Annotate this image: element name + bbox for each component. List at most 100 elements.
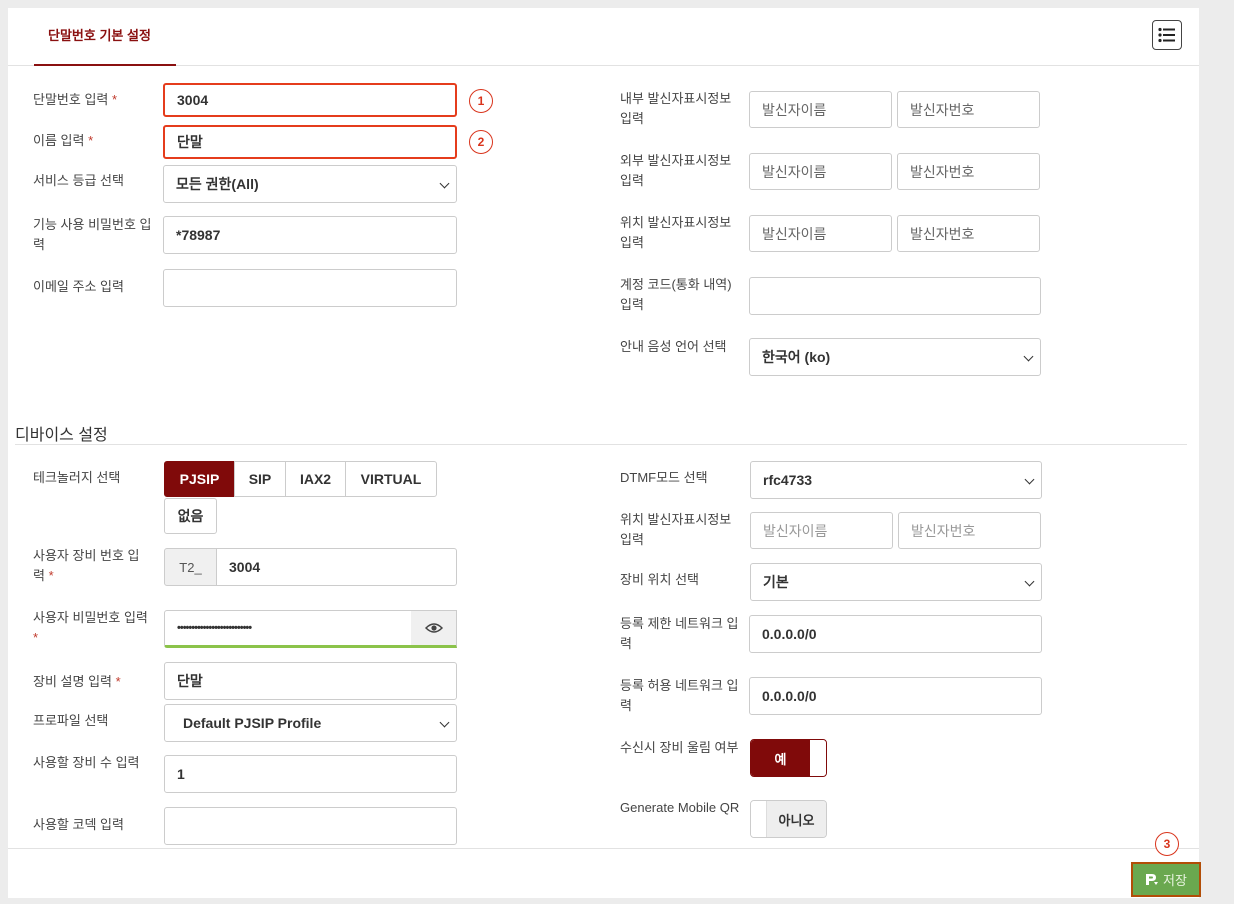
list-icon xyxy=(1158,27,1175,43)
required-mark: * xyxy=(88,133,94,148)
placeholder-text: 발신자이름 xyxy=(762,101,827,118)
device-location-value: 기본 xyxy=(763,574,789,590)
tab-basic-settings[interactable]: 단말번호 기본 설정 xyxy=(34,8,176,66)
permit-network-label: 등록 허용 네트워크 입력 xyxy=(620,678,739,713)
name-label: 이름 입력 * xyxy=(33,131,153,151)
technology-label: 테크놀러지 선택 xyxy=(33,470,121,485)
device-count-input[interactable]: 1 xyxy=(164,755,457,793)
password-masked-value: •••••••••••••••••••••••••• xyxy=(177,622,252,634)
ring-device-toggle[interactable]: 예 xyxy=(750,739,827,777)
external-callerid-label: 외부 발신자표시정보 입력 xyxy=(620,153,732,188)
section-divider xyxy=(15,444,1187,445)
device-section-title: 디바이스 설정 xyxy=(15,427,108,444)
feature-password-input[interactable]: *78987 xyxy=(163,216,457,254)
device-location-callerid-number-input[interactable]: 발신자번호 xyxy=(898,512,1041,549)
description-input[interactable]: 단말 xyxy=(164,662,457,700)
placeholder-text: 발신자번호 xyxy=(910,225,975,242)
required-mark: * xyxy=(33,630,39,645)
tech-option-pjsip[interactable]: PJSIP xyxy=(164,461,235,497)
account-code-label: 계정 코드(통화 내역) 입력 xyxy=(620,277,732,312)
description-label: 장비 설명 입력 * xyxy=(33,672,163,692)
profile-value: Default PJSIP Profile xyxy=(183,715,322,731)
deny-network-input[interactable]: 0.0.0.0/0 xyxy=(749,615,1042,653)
mobile-qr-label: Generate Mobile QR xyxy=(620,800,740,815)
annotation-marker-1: 1 xyxy=(469,89,493,113)
required-mark: * xyxy=(112,92,118,107)
profile-select[interactable]: Default PJSIP Profile xyxy=(164,704,457,742)
required-mark: * xyxy=(48,568,54,583)
device-location-select[interactable]: 기본 xyxy=(750,563,1042,601)
placeholder-text: 발신자이름 xyxy=(763,522,828,539)
tech-option-iax2[interactable]: IAX2 xyxy=(285,461,346,497)
permit-network-value: 0.0.0.0/0 xyxy=(762,688,817,704)
placeholder-text: 발신자이름 xyxy=(762,225,827,242)
eye-icon xyxy=(424,623,443,633)
extension-value: 3004 xyxy=(177,92,209,108)
placeholder-text: 발신자번호 xyxy=(910,163,975,180)
service-level-value: 모든 권한(All) xyxy=(176,176,259,192)
internal-callerid-number-input[interactable]: 발신자번호 xyxy=(897,91,1040,128)
extension-input[interactable]: 3004 xyxy=(163,83,457,117)
device-id-prefix: T2_ xyxy=(164,548,217,586)
internal-callerid-name-input[interactable]: 발신자이름 xyxy=(749,91,892,128)
internal-callerid-label: 내부 발신자표시정보 입력 xyxy=(620,91,732,126)
annotation-marker-3: 3 xyxy=(1155,832,1179,856)
deny-network-label: 등록 제한 네트워크 입력 xyxy=(620,616,739,651)
permit-network-input[interactable]: 0.0.0.0/0 xyxy=(749,677,1042,715)
description-label-text: 장비 설명 입력 xyxy=(33,674,112,689)
device-id-value: 3004 xyxy=(229,559,261,575)
tech-option-sip[interactable]: SIP xyxy=(234,461,286,497)
footer-divider xyxy=(8,848,1199,849)
tech-option-none[interactable]: 없음 xyxy=(164,498,217,534)
user-password-label-text: 사용자 비밀번호 입력 xyxy=(33,610,148,625)
email-input[interactable] xyxy=(163,269,457,307)
name-input[interactable]: 단말 xyxy=(163,125,457,159)
toggle-knob xyxy=(810,740,826,776)
device-location-callerid-label: 위치 발신자표시정보 입력 xyxy=(620,512,732,547)
user-password-label: 사용자 비밀번호 입력 * xyxy=(33,608,151,648)
save-button[interactable]: 저장 xyxy=(1131,862,1201,897)
device-count-value: 1 xyxy=(177,766,185,782)
placeholder-text: 발신자이름 xyxy=(762,163,827,180)
extension-label-text: 단말번호 입력 xyxy=(33,92,109,107)
toggle-password-visibility-button[interactable] xyxy=(411,610,457,648)
annotation-marker-2: 2 xyxy=(469,130,493,154)
language-select[interactable]: 한국어 (ko) xyxy=(749,338,1041,376)
location-callerid-name-input[interactable]: 발신자이름 xyxy=(749,215,892,252)
dtmf-label: DTMF모드 선택 xyxy=(620,470,708,485)
device-id-label: 사용자 장비 번호 입력 * xyxy=(33,546,145,586)
device-id-input[interactable]: 3004 xyxy=(216,548,457,586)
menu-button[interactable] xyxy=(1152,20,1182,50)
extension-label: 단말번호 입력 * xyxy=(33,90,153,110)
codec-input[interactable] xyxy=(164,807,457,845)
save-icon xyxy=(1146,874,1159,885)
toggle-on-label: 예 xyxy=(751,740,810,776)
user-password-input[interactable]: •••••••••••••••••••••••••• xyxy=(164,610,412,648)
description-value: 단말 xyxy=(177,673,203,689)
device-location-label: 장비 위치 선택 xyxy=(620,572,699,587)
device-count-label: 사용할 장비 수 입력 xyxy=(33,755,140,770)
dtmf-select[interactable]: rfc4733 xyxy=(750,461,1042,499)
placeholder-text: 발신자번호 xyxy=(911,522,976,539)
service-level-select[interactable]: 모든 권한(All) xyxy=(163,165,457,203)
name-value: 단말 xyxy=(177,134,203,150)
device-location-callerid-name-input[interactable]: 발신자이름 xyxy=(750,512,893,549)
ring-device-label: 수신시 장비 울림 여부 xyxy=(620,740,739,755)
dtmf-value: rfc4733 xyxy=(763,472,813,488)
mobile-qr-toggle[interactable]: 아니오 xyxy=(750,800,827,838)
location-callerid-label: 위치 발신자표시정보 입력 xyxy=(620,215,732,250)
tech-option-virtual[interactable]: VIRTUAL xyxy=(345,461,437,497)
required-mark: * xyxy=(115,674,121,689)
location-callerid-number-input[interactable]: 발신자번호 xyxy=(897,215,1040,252)
codec-label: 사용할 코덱 입력 xyxy=(33,817,124,832)
account-code-input[interactable] xyxy=(749,277,1041,315)
external-callerid-number-input[interactable]: 발신자번호 xyxy=(897,153,1040,190)
external-callerid-name-input[interactable]: 발신자이름 xyxy=(749,153,892,190)
toggle-knob xyxy=(751,801,767,837)
deny-network-value: 0.0.0.0/0 xyxy=(762,626,817,642)
email-label: 이메일 주소 입력 xyxy=(33,279,124,294)
profile-label: 프로파일 선택 xyxy=(33,713,109,728)
feature-password-label: 기능 사용 비밀번호 입력 xyxy=(33,217,152,252)
language-value: 한국어 (ko) xyxy=(762,349,831,365)
save-button-label: 저장 xyxy=(1163,873,1187,888)
